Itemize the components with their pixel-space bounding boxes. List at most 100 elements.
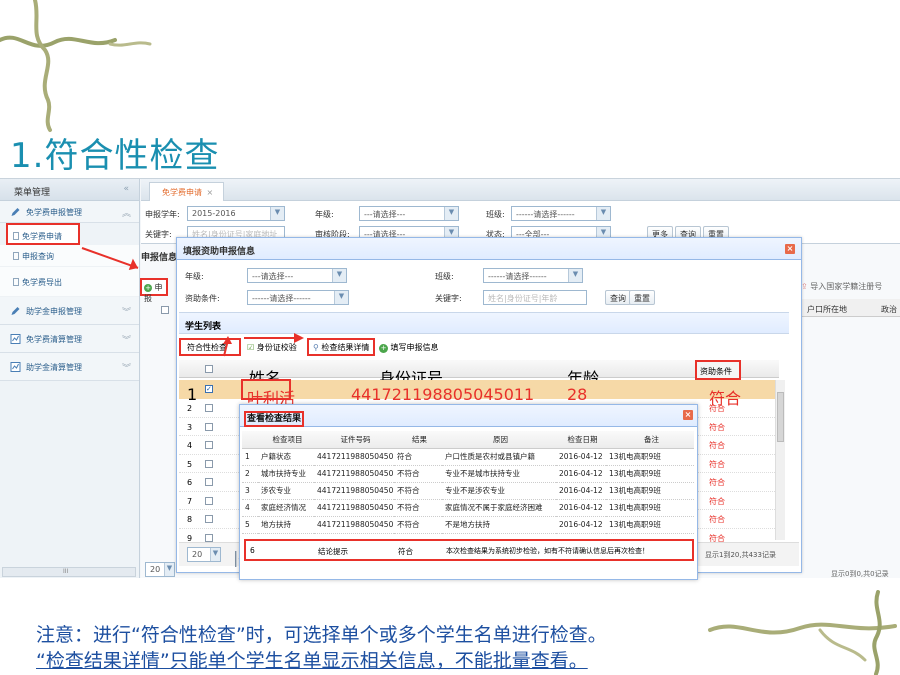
red-arrow-2	[223, 333, 304, 357]
year-label: 申报学年:	[145, 210, 180, 219]
close-icon[interactable]: ×	[785, 244, 795, 254]
check-detail-button[interactable]: ⚲ 检查结果详情	[307, 338, 375, 356]
result-row[interactable]: 5地方扶持441721198805045011不符合不是地方扶持2016-04-…	[242, 516, 694, 534]
sidebar-header-label: 菜单管理	[14, 188, 51, 198]
cell-item: 地方扶持	[258, 516, 314, 534]
d1-grade-value: ---请选择---	[252, 272, 294, 281]
row-cond: 符合	[709, 496, 725, 506]
fill-info-button[interactable]: + 填写申报信息	[379, 342, 439, 353]
row-checkbox[interactable]	[205, 496, 213, 505]
plus-icon: +	[379, 344, 388, 353]
select-all-checkbox[interactable]	[205, 365, 213, 373]
scroll-thumb[interactable]	[777, 392, 784, 442]
student-list-title: 学生列表	[185, 322, 222, 332]
name-highlight	[241, 379, 291, 400]
page-icon	[13, 252, 19, 260]
row-checkbox[interactable]: ✓	[205, 385, 213, 393]
d1-reset-button[interactable]: 重置	[629, 290, 655, 305]
result-row[interactable]: 1户籍状态441721198805045011符合户口性质是农村或县镇户籍201…	[242, 448, 694, 466]
sidebar-group-tuition-settle[interactable]: 免学费清算管理 ︾	[0, 325, 139, 353]
d1-page-size[interactable]: 20 ▼	[187, 547, 221, 562]
cell-reason: 专业不是涉农专业	[442, 482, 556, 500]
sidebar-group-grant-settle[interactable]: 助学金清算管理 ︾	[0, 353, 139, 381]
class-value: ------请选择------	[516, 210, 575, 219]
d1-cond-label: 资助条件:	[185, 294, 220, 303]
row-checkbox[interactable]	[205, 422, 213, 431]
tab-tuition-apply[interactable]: 免学费申请 ×	[149, 182, 225, 201]
sidebar-scrollbar[interactable]: III	[2, 567, 136, 577]
d1-scrollbar[interactable]	[775, 380, 785, 540]
sidebar-item-apply[interactable]: 免学费申请	[6, 223, 80, 245]
cell-item: 家庭经济情况	[258, 499, 314, 517]
search-icon: ⚲	[313, 343, 319, 352]
cell-n: 3	[242, 482, 258, 500]
result-row[interactable]: 3涉农专业441721198805045011不符合专业不是涉农专业2016-0…	[242, 482, 694, 500]
row-cond: 符合	[709, 515, 725, 524]
pencil-icon	[11, 307, 20, 315]
col-note: 备注	[606, 431, 694, 449]
row-checkbox[interactable]	[205, 533, 213, 542]
keyword-label: 关键字:	[145, 230, 172, 239]
result-row[interactable]: 4家庭经济情况441721198805045011不符合家庭情况不属于家庭经济困…	[242, 499, 694, 517]
d1-query-button[interactable]: 查询	[605, 290, 631, 305]
row-checkbox[interactable]	[205, 459, 213, 468]
row-checkbox[interactable]	[205, 478, 213, 486]
d1-cond-select[interactable]: ------请选择------ ▼	[247, 290, 349, 305]
cell-note: 13机电高职9班	[606, 448, 694, 466]
bottom-page-size[interactable]: 20 ▼	[145, 562, 175, 577]
d1-keyword-placeholder: 姓名|身份证号|年龄	[488, 294, 558, 303]
grade-select[interactable]: ---请选择--- ▼	[359, 206, 459, 221]
sidebar-item-label: 免学费导出	[22, 278, 62, 287]
sidebar-item-label: 申报查询	[22, 252, 54, 261]
tab-close-icon[interactable]: ×	[207, 188, 214, 197]
row-checkbox[interactable]	[205, 515, 213, 523]
cell-n: 5	[242, 516, 258, 534]
cell-id: 441721198805045011	[314, 499, 394, 517]
sidebar-group-label: 助学金申报管理	[26, 307, 82, 316]
summary-item: 结论提示	[318, 547, 348, 556]
collapse-icon[interactable]: «	[123, 184, 129, 194]
header-checkbox[interactable]	[161, 306, 169, 314]
sidebar-group-label: 免学费清算管理	[26, 335, 82, 344]
chart-icon	[10, 334, 21, 344]
year-select[interactable]: 2015-2016 ▼	[187, 206, 285, 221]
red-arrow-1	[81, 247, 139, 270]
cell-id: 441721198805045011	[314, 482, 394, 500]
class-select[interactable]: ------请选择------ ▼	[511, 206, 611, 221]
row-checkbox[interactable]	[205, 404, 213, 412]
cell-n: 2	[242, 465, 258, 483]
cell-date: 2016-04-12	[556, 465, 606, 483]
chevron-down-icon: ▼	[270, 207, 284, 220]
import-label: 导入国家学籍注册号	[810, 282, 883, 291]
page-icon	[13, 232, 19, 240]
dialog-check-result: 查看检查结果 × 检查项目 证件号码 结果 原因 检查日期 备注 1 户籍状态 44…	[239, 404, 698, 580]
dialog2-titlebar: 查看检查结果 ×	[240, 405, 697, 427]
row-checkbox[interactable]	[205, 441, 213, 449]
d1-keyword-input[interactable]: 姓名|身份证号|年龄	[483, 290, 587, 305]
sidebar-group-grant[interactable]: 助学金申报管理 ︾	[0, 297, 139, 325]
cell-date: 2016-04-12	[556, 448, 606, 466]
cell-date: 2016-04-12	[556, 499, 606, 517]
page-size-value: 20	[150, 565, 161, 574]
cell-item: 涉农专业	[258, 482, 314, 500]
d1-grade-select[interactable]: ---请选择--- ▼	[247, 268, 347, 283]
cell-id: 441721198805045011	[314, 448, 394, 466]
cell-result: 不符合	[394, 465, 442, 483]
d1-grade-label: 年级:	[185, 272, 204, 281]
cell-n: 4	[242, 499, 258, 517]
close-icon[interactable]: ×	[683, 410, 693, 420]
class-label: 班级:	[486, 210, 505, 219]
cell-result: 不符合	[394, 516, 442, 534]
result-row[interactable]: 2城市扶持专业441721198805045011不符合专业不是城市扶持专业20…	[242, 465, 694, 483]
result-table: 检查项目 证件号码 结果 原因 检查日期 备注 1 户籍状态 44172119880…	[242, 431, 694, 534]
d1-footer-text: 显示1到20,共433记录	[705, 551, 776, 559]
d1-cond-value: ------请选择------	[252, 294, 311, 303]
import-tool[interactable]: ⇪ 导入国家学籍注册号	[801, 281, 882, 292]
col-date: 检查日期	[556, 431, 606, 449]
result-header-row: 检查项目 证件号码 结果 原因 检查日期 备注	[242, 431, 694, 449]
chevron-down-icon: ▼	[334, 291, 348, 304]
d1-class-select[interactable]: ------请选择------ ▼	[483, 268, 583, 283]
sidebar-group-tuition[interactable]: 免学费申报管理 ︽	[0, 201, 139, 223]
d1-keyword-label: 关键字:	[435, 294, 462, 303]
grade-label: 年级:	[315, 210, 334, 219]
